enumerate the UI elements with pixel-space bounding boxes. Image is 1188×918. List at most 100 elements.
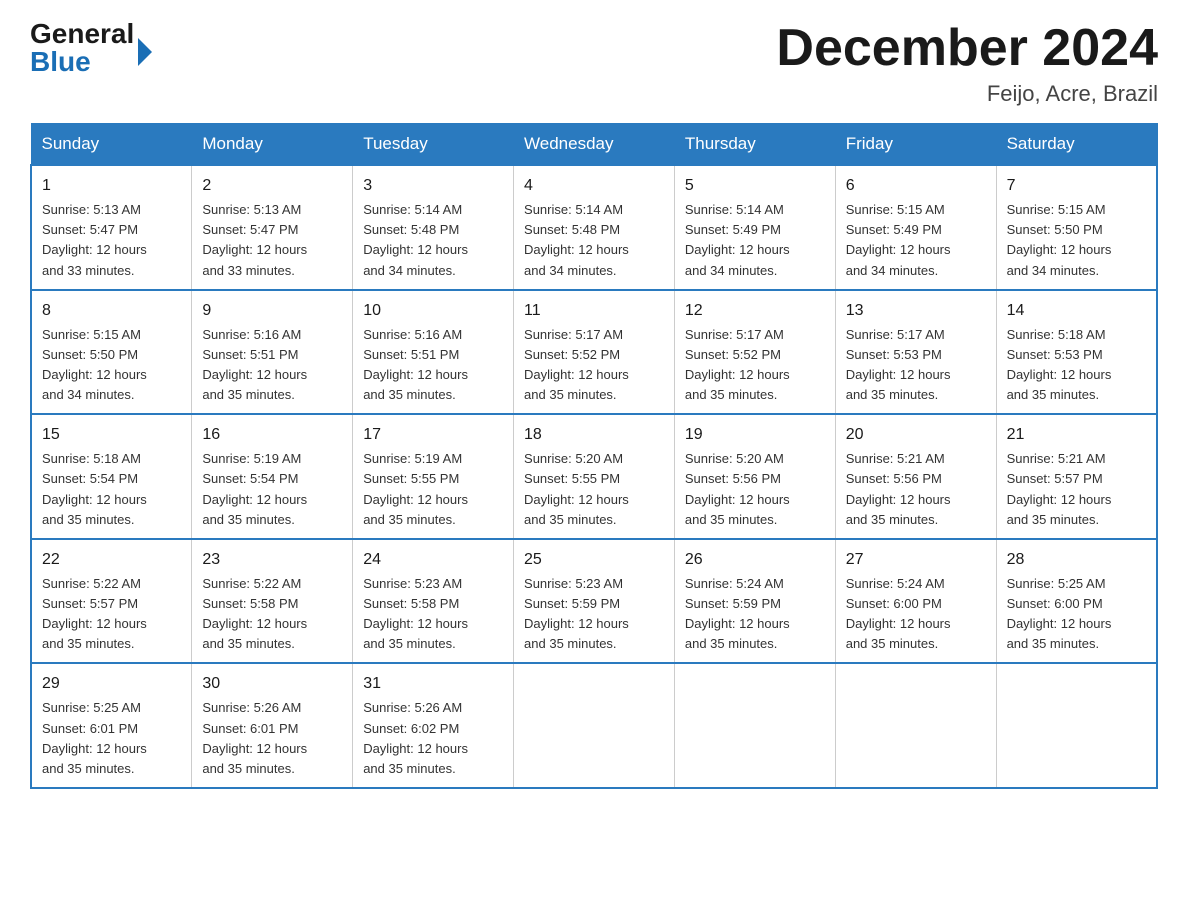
day-info: Sunrise: 5:25 AMSunset: 6:01 PMDaylight:… [42,698,181,779]
calendar-cell [835,663,996,788]
day-number: 21 [1007,423,1146,447]
day-info: Sunrise: 5:17 AMSunset: 5:52 PMDaylight:… [524,325,664,406]
calendar-cell: 2Sunrise: 5:13 AMSunset: 5:47 PMDaylight… [192,165,353,290]
calendar-cell: 20Sunrise: 5:21 AMSunset: 5:56 PMDayligh… [835,414,996,539]
weekday-header-saturday: Saturday [996,124,1157,166]
day-info: Sunrise: 5:16 AMSunset: 5:51 PMDaylight:… [363,325,503,406]
calendar-cell: 13Sunrise: 5:17 AMSunset: 5:53 PMDayligh… [835,290,996,415]
day-number: 17 [363,423,503,447]
calendar-cell: 8Sunrise: 5:15 AMSunset: 5:50 PMDaylight… [31,290,192,415]
day-number: 22 [42,548,181,572]
calendar-cell: 1Sunrise: 5:13 AMSunset: 5:47 PMDaylight… [31,165,192,290]
day-info: Sunrise: 5:14 AMSunset: 5:48 PMDaylight:… [363,200,503,281]
day-number: 20 [846,423,986,447]
calendar-cell: 28Sunrise: 5:25 AMSunset: 6:00 PMDayligh… [996,539,1157,664]
calendar-cell: 3Sunrise: 5:14 AMSunset: 5:48 PMDaylight… [353,165,514,290]
day-info: Sunrise: 5:15 AMSunset: 5:50 PMDaylight:… [42,325,181,406]
day-number: 18 [524,423,664,447]
calendar-cell: 18Sunrise: 5:20 AMSunset: 5:55 PMDayligh… [514,414,675,539]
calendar-cell: 4Sunrise: 5:14 AMSunset: 5:48 PMDaylight… [514,165,675,290]
logo-blue-text: Blue [30,48,134,76]
weekday-header-wednesday: Wednesday [514,124,675,166]
day-info: Sunrise: 5:17 AMSunset: 5:52 PMDaylight:… [685,325,825,406]
day-number: 4 [524,174,664,198]
logo-arrow-icon [138,38,152,66]
day-number: 13 [846,299,986,323]
weekday-header-tuesday: Tuesday [353,124,514,166]
day-info: Sunrise: 5:18 AMSunset: 5:54 PMDaylight:… [42,449,181,530]
calendar-cell: 14Sunrise: 5:18 AMSunset: 5:53 PMDayligh… [996,290,1157,415]
month-title: December 2024 [776,20,1158,77]
day-info: Sunrise: 5:14 AMSunset: 5:49 PMDaylight:… [685,200,825,281]
day-number: 10 [363,299,503,323]
day-number: 27 [846,548,986,572]
day-number: 15 [42,423,181,447]
day-info: Sunrise: 5:24 AMSunset: 6:00 PMDaylight:… [846,574,986,655]
calendar-cell: 23Sunrise: 5:22 AMSunset: 5:58 PMDayligh… [192,539,353,664]
day-info: Sunrise: 5:25 AMSunset: 6:00 PMDaylight:… [1007,574,1146,655]
calendar-cell: 10Sunrise: 5:16 AMSunset: 5:51 PMDayligh… [353,290,514,415]
day-info: Sunrise: 5:15 AMSunset: 5:50 PMDaylight:… [1007,200,1146,281]
day-info: Sunrise: 5:19 AMSunset: 5:54 PMDaylight:… [202,449,342,530]
day-number: 12 [685,299,825,323]
day-number: 6 [846,174,986,198]
day-info: Sunrise: 5:23 AMSunset: 5:58 PMDaylight:… [363,574,503,655]
day-info: Sunrise: 5:13 AMSunset: 5:47 PMDaylight:… [42,200,181,281]
day-info: Sunrise: 5:26 AMSunset: 6:01 PMDaylight:… [202,698,342,779]
calendar-cell: 29Sunrise: 5:25 AMSunset: 6:01 PMDayligh… [31,663,192,788]
day-info: Sunrise: 5:14 AMSunset: 5:48 PMDaylight:… [524,200,664,281]
weekday-header-friday: Friday [835,124,996,166]
day-info: Sunrise: 5:26 AMSunset: 6:02 PMDaylight:… [363,698,503,779]
day-info: Sunrise: 5:16 AMSunset: 5:51 PMDaylight:… [202,325,342,406]
page: General Blue December 2024 Feijo, Acre, … [0,0,1188,809]
calendar-cell: 11Sunrise: 5:17 AMSunset: 5:52 PMDayligh… [514,290,675,415]
day-info: Sunrise: 5:21 AMSunset: 5:56 PMDaylight:… [846,449,986,530]
calendar-week-row: 1Sunrise: 5:13 AMSunset: 5:47 PMDaylight… [31,165,1157,290]
calendar-header: SundayMondayTuesdayWednesdayThursdayFrid… [31,124,1157,166]
calendar-week-row: 22Sunrise: 5:22 AMSunset: 5:57 PMDayligh… [31,539,1157,664]
logo-general-text: General [30,20,134,48]
calendar-cell: 31Sunrise: 5:26 AMSunset: 6:02 PMDayligh… [353,663,514,788]
day-number: 23 [202,548,342,572]
day-number: 8 [42,299,181,323]
calendar-week-row: 29Sunrise: 5:25 AMSunset: 6:01 PMDayligh… [31,663,1157,788]
day-number: 1 [42,174,181,198]
day-number: 19 [685,423,825,447]
calendar-cell: 24Sunrise: 5:23 AMSunset: 5:58 PMDayligh… [353,539,514,664]
day-number: 26 [685,548,825,572]
title-block: December 2024 Feijo, Acre, Brazil [776,20,1158,107]
calendar-cell: 12Sunrise: 5:17 AMSunset: 5:52 PMDayligh… [674,290,835,415]
day-number: 16 [202,423,342,447]
day-number: 14 [1007,299,1146,323]
day-info: Sunrise: 5:23 AMSunset: 5:59 PMDaylight:… [524,574,664,655]
day-number: 7 [1007,174,1146,198]
calendar-cell: 9Sunrise: 5:16 AMSunset: 5:51 PMDaylight… [192,290,353,415]
weekday-header-monday: Monday [192,124,353,166]
day-info: Sunrise: 5:22 AMSunset: 5:57 PMDaylight:… [42,574,181,655]
calendar-week-row: 15Sunrise: 5:18 AMSunset: 5:54 PMDayligh… [31,414,1157,539]
day-number: 29 [42,672,181,696]
day-number: 24 [363,548,503,572]
day-number: 28 [1007,548,1146,572]
day-info: Sunrise: 5:13 AMSunset: 5:47 PMDaylight:… [202,200,342,281]
logo: General Blue [30,20,152,76]
day-number: 31 [363,672,503,696]
day-info: Sunrise: 5:24 AMSunset: 5:59 PMDaylight:… [685,574,825,655]
day-info: Sunrise: 5:18 AMSunset: 5:53 PMDaylight:… [1007,325,1146,406]
day-number: 30 [202,672,342,696]
day-info: Sunrise: 5:15 AMSunset: 5:49 PMDaylight:… [846,200,986,281]
calendar-week-row: 8Sunrise: 5:15 AMSunset: 5:50 PMDaylight… [31,290,1157,415]
day-info: Sunrise: 5:20 AMSunset: 5:56 PMDaylight:… [685,449,825,530]
header: General Blue December 2024 Feijo, Acre, … [30,20,1158,107]
weekday-header-thursday: Thursday [674,124,835,166]
day-number: 25 [524,548,664,572]
day-info: Sunrise: 5:17 AMSunset: 5:53 PMDaylight:… [846,325,986,406]
calendar-cell: 21Sunrise: 5:21 AMSunset: 5:57 PMDayligh… [996,414,1157,539]
calendar-body: 1Sunrise: 5:13 AMSunset: 5:47 PMDaylight… [31,165,1157,788]
calendar-cell: 6Sunrise: 5:15 AMSunset: 5:49 PMDaylight… [835,165,996,290]
calendar-cell: 27Sunrise: 5:24 AMSunset: 6:00 PMDayligh… [835,539,996,664]
calendar-cell: 30Sunrise: 5:26 AMSunset: 6:01 PMDayligh… [192,663,353,788]
calendar-cell [514,663,675,788]
calendar-cell [996,663,1157,788]
calendar-cell: 26Sunrise: 5:24 AMSunset: 5:59 PMDayligh… [674,539,835,664]
